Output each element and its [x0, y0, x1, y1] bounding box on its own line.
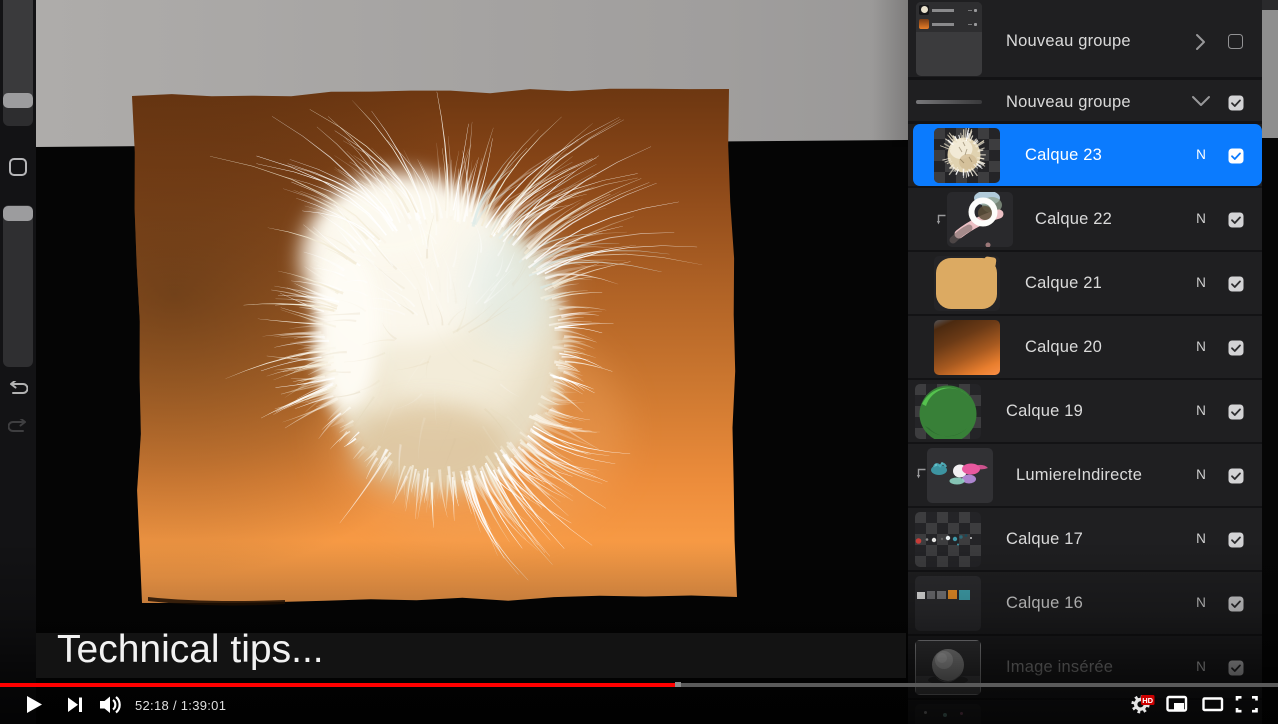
svg-text:HD: HD — [1142, 696, 1153, 705]
